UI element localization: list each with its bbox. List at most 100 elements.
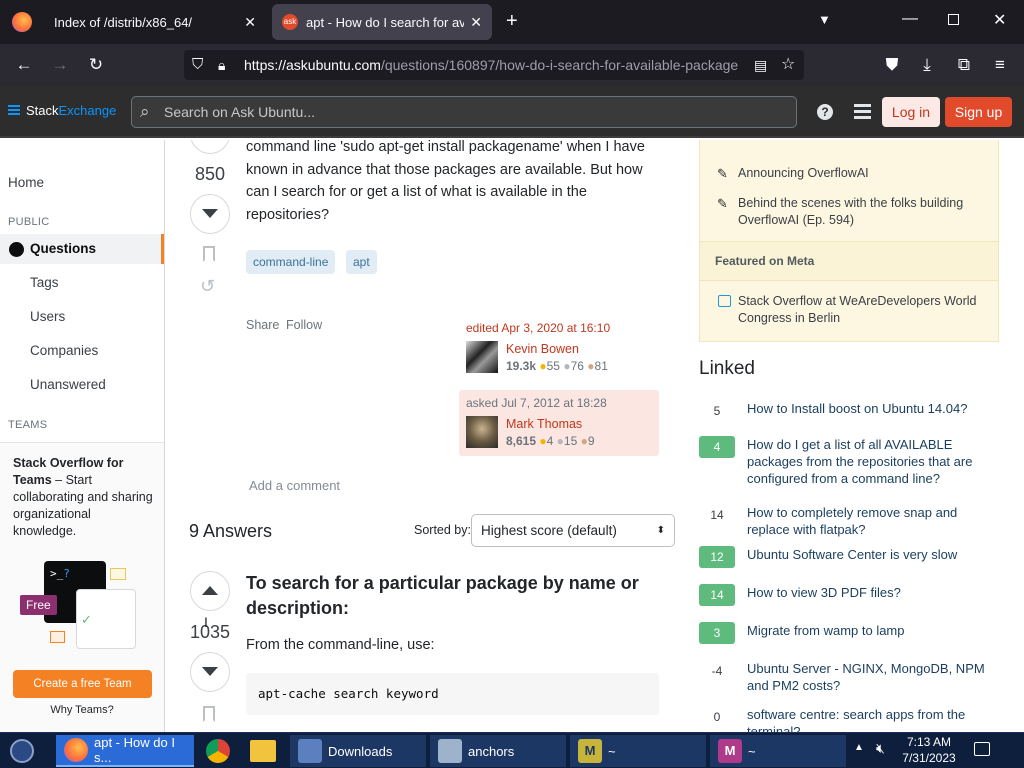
close-tab-icon[interactable]: ✕: [470, 14, 482, 31]
linked-title-link[interactable]: How to view 3D PDF files?: [747, 584, 997, 601]
taskbar-terminal-1[interactable]: M ~: [570, 735, 706, 767]
back-icon[interactable]: ←: [12, 53, 36, 77]
nav-home[interactable]: Home: [0, 168, 164, 198]
add-comment-link[interactable]: Add a comment: [249, 478, 340, 493]
asker-name[interactable]: Mark Thomas: [506, 417, 582, 431]
tray-chevron-up-icon[interactable]: ▲: [854, 742, 864, 753]
answer-downvote-button[interactable]: [190, 652, 230, 692]
nav-companies[interactable]: Companies: [0, 336, 164, 366]
right-sidebar: ✎ Announcing OverflowAI ✎ Behind the sce…: [682, 140, 1024, 732]
minimize-icon[interactable]: —: [902, 10, 918, 28]
downvote-arrow-icon: [202, 209, 218, 218]
nav-unanswered[interactable]: Unanswered: [0, 370, 164, 400]
follow-link[interactable]: Follow: [286, 318, 322, 332]
answer-upvote-button[interactable]: [190, 571, 230, 611]
firefox-icon[interactable]: [12, 12, 32, 32]
url-bar[interactable]: ⛉ 🔒︎ https://askubuntu.com/questions/160…: [184, 50, 804, 80]
sort-select[interactable]: Highest score (default) ⬍: [471, 514, 675, 547]
list-tabs-icon[interactable]: ▼: [818, 12, 831, 27]
tag-command-line[interactable]: command-line: [246, 250, 336, 274]
url-host: https://askubuntu.com: [244, 57, 381, 73]
asker-stats: 8,615 ●4 ●15 ●9: [506, 434, 595, 448]
downvote-arrow-icon: [202, 667, 218, 676]
answer-code: apt-cache search keyword: [246, 673, 659, 715]
downloads-icon[interactable]: ⤓: [915, 53, 939, 77]
linked-score: 5: [699, 400, 735, 422]
why-teams-link[interactable]: Why Teams?: [0, 704, 164, 716]
blog-item-1[interactable]: Announcing OverflowAI: [738, 166, 988, 180]
upvote-button[interactable]: [190, 140, 230, 154]
chrome-icon[interactable]: [206, 739, 230, 763]
free-badge: Free: [20, 595, 57, 615]
bookmark-star-icon[interactable]: ☆: [781, 50, 795, 80]
tab-index-distrib[interactable]: Index of /distrib/x86_64/ ✕: [44, 4, 266, 40]
question-body: command line 'sudo apt-get install packa…: [246, 140, 645, 223]
taskbar-downloads[interactable]: Downloads: [290, 735, 426, 767]
maximize-icon[interactable]: [948, 14, 959, 25]
edited-label[interactable]: edited Apr 3, 2020 at 16:10: [466, 321, 610, 335]
editor-stats: 19.3k ●55 ●76 ●81: [506, 359, 608, 373]
new-tab-icon[interactable]: +: [506, 10, 518, 33]
clock[interactable]: 7:13 AM 7/31/2023: [898, 734, 960, 766]
login-button[interactable]: Log in: [882, 97, 940, 127]
blog-item-2[interactable]: Behind the scenes with the folks buildin…: [738, 195, 988, 229]
stackexchange-logo[interactable]: Stack Exchange: [8, 103, 116, 118]
site-search-input[interactable]: ⌕ Search on Ask Ubuntu...: [131, 96, 797, 128]
site-switcher-icon[interactable]: [854, 104, 871, 120]
nav-users[interactable]: Users: [0, 302, 164, 332]
answer-score: 1035: [189, 622, 231, 642]
pencil-icon: ✎: [717, 166, 728, 181]
linked-title-link[interactable]: Ubuntu Software Center is very slow: [747, 546, 997, 563]
asker-avatar[interactable]: [466, 416, 498, 448]
linked-title-link[interactable]: How to completely remove snap and replac…: [747, 504, 997, 538]
pocket-icon[interactable]: ⛊: [880, 53, 904, 77]
meta-item-1[interactable]: Stack Overflow at WeAreDevelopers World …: [738, 293, 988, 327]
browser-navbar: ← → ↻ ⛉ 🔒︎ https://askubuntu.com/questio…: [0, 44, 1024, 86]
clock-date: 7/31/2023: [902, 751, 956, 765]
blog-widget: ✎ Announcing OverflowAI ✎ Behind the sce…: [699, 140, 999, 342]
taskbar-terminal-2[interactable]: M ~: [710, 735, 846, 767]
reader-view-icon[interactable]: ▤: [754, 50, 767, 80]
close-window-icon[interactable]: ✕: [993, 10, 1006, 30]
downvote-button[interactable]: [190, 194, 230, 234]
asker-rep: 8,615: [506, 434, 537, 448]
nav-questions[interactable]: Questions: [0, 234, 164, 264]
mouse-cursor-icon: I: [204, 614, 208, 630]
forward-icon[interactable]: →: [48, 53, 72, 77]
taskbar-anchors[interactable]: anchors: [430, 735, 566, 767]
menu-icon[interactable]: ≡: [988, 53, 1012, 77]
create-team-button[interactable]: Create a free Team: [13, 670, 152, 698]
extensions-icon[interactable]: ⧉: [952, 53, 976, 77]
answer-text: From the command-line, use:: [246, 637, 435, 653]
taskbar-firefox[interactable]: apt - How do I s...: [56, 735, 194, 767]
help-icon[interactable]: ?: [817, 104, 833, 120]
start-menu-icon[interactable]: [10, 739, 34, 763]
linked-score: 0: [699, 706, 735, 728]
volume-muted-icon[interactable]: 🔇︎: [876, 740, 885, 757]
tag-apt[interactable]: apt: [346, 250, 377, 274]
tab-askubuntu[interactable]: ask apt - How do I search for availa ✕: [272, 4, 492, 40]
share-link[interactable]: Share: [246, 318, 279, 332]
shield-icon[interactable]: ⛉: [192, 50, 203, 80]
linked-title-link[interactable]: software centre: search apps from the te…: [747, 706, 997, 732]
linked-title-link[interactable]: Migrate from wamp to lamp: [747, 622, 997, 639]
reload-icon[interactable]: ↻: [84, 53, 108, 77]
askubuntu-favicon: ask: [282, 14, 298, 30]
answer-bookmark-icon[interactable]: [203, 706, 215, 722]
linked-title-link[interactable]: How do I get a list of all AVAILABLE pac…: [747, 436, 997, 487]
lock-icon[interactable]: 🔒︎: [218, 50, 225, 80]
teams-promo: Stack Overflow for Teams – Start collabo…: [0, 442, 164, 732]
linked-title-link[interactable]: How to Install boost on Ubuntu 14.04?: [747, 400, 997, 417]
history-icon[interactable]: ↺: [200, 276, 215, 297]
notifications-icon[interactable]: [974, 742, 990, 756]
signup-button[interactable]: Sign up: [945, 97, 1012, 127]
linked-score: 14: [699, 504, 735, 526]
linked-title-link[interactable]: Ubuntu Server - NGINX, MongoDB, NPM and …: [747, 660, 997, 694]
editor-avatar[interactable]: [466, 341, 498, 373]
files-icon[interactable]: [250, 740, 276, 762]
bookmark-icon[interactable]: [203, 246, 215, 262]
close-tab-icon[interactable]: ✕: [244, 14, 256, 31]
editor-name[interactable]: Kevin Bowen: [506, 342, 579, 356]
asker-silver: 15: [563, 434, 578, 448]
nav-tags[interactable]: Tags: [0, 268, 164, 298]
